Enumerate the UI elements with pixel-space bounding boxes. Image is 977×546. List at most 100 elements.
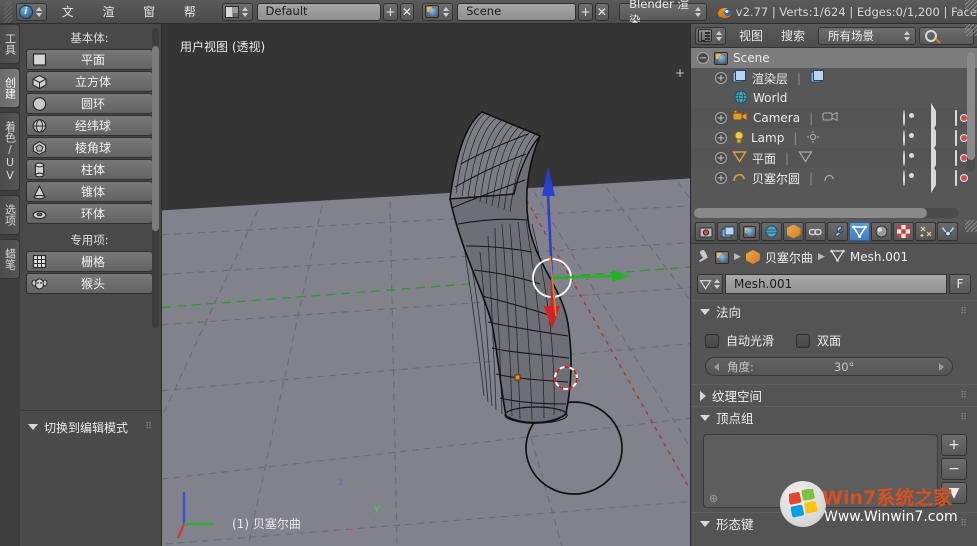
outliner-menu-search[interactable]: 搜索 <box>772 24 814 48</box>
double-sided-checkbox[interactable]: 双面 <box>796 332 841 349</box>
add-cone-button[interactable]: 锥体 <box>26 181 153 202</box>
add-ico-sphere-button[interactable]: 棱角球 <box>26 137 153 158</box>
menu-render[interactable]: 渲染 <box>91 0 132 24</box>
panel-header-texture-space[interactable]: 纹理空间 ⠿ <box>691 384 977 406</box>
add-circle-button[interactable]: 圆环 <box>26 93 153 114</box>
tab-tools[interactable]: 工具 <box>0 24 20 64</box>
properties-tab-particles[interactable] <box>915 222 936 241</box>
panel-header-shape-keys[interactable]: 形态键 ⠿ <box>691 512 977 534</box>
viewport-active-object-label: (1) 贝塞尔曲 <box>232 515 301 532</box>
menu-help[interactable]: 帮助 <box>173 0 214 24</box>
datablock-browse-button[interactable] <box>697 274 723 294</box>
tab-options[interactable]: 选项 <box>0 195 20 235</box>
add-screen-layout-button[interactable]: + <box>383 3 397 21</box>
corner-grip[interactable] <box>965 220 977 232</box>
add-vertex-group-button[interactable]: + <box>941 434 967 456</box>
tab-create[interactable]: 创建 <box>0 68 20 108</box>
properties-tab-modifiers[interactable] <box>827 222 848 241</box>
chevron-left-icon[interactable] <box>714 363 719 371</box>
properties-tab-data[interactable] <box>849 222 870 241</box>
tab-grease-pencil[interactable]: 蜡笔 <box>0 239 20 279</box>
corner-grip[interactable] <box>965 0 977 12</box>
properties-tab-scene[interactable] <box>739 222 760 241</box>
expand-icon[interactable]: + <box>715 72 727 84</box>
eye-icon[interactable] <box>903 130 905 146</box>
toggle-properties-region-button[interactable]: + <box>674 68 686 80</box>
outliner-vertical-scrollbar[interactable] <box>967 52 975 172</box>
add-plane-button[interactable]: 平面 <box>26 49 153 70</box>
add-uv-sphere-label: 经纬球 <box>52 117 152 134</box>
properties-tab-render-layers[interactable] <box>717 222 738 241</box>
eye-icon[interactable] <box>903 150 905 166</box>
delete-scene-button[interactable]: ✕ <box>595 3 609 21</box>
3d-viewport[interactable]: 用户视图 (透视) (1) 贝塞尔曲 + z y x <box>162 24 690 546</box>
add-scene-button[interactable]: + <box>578 3 592 21</box>
operator-panel-header[interactable]: 切换到编辑模式 ⠿ <box>20 415 161 439</box>
breadcrumb-object-label[interactable]: 贝塞尔曲 <box>765 249 813 266</box>
chevron-down-icon <box>700 521 710 527</box>
tab-shading-uv[interactable]: 着色/UV <box>0 112 20 191</box>
properties-tab-object[interactable] <box>783 222 804 241</box>
separator: | <box>797 71 801 85</box>
scene-name[interactable]: Scene <box>457 3 576 21</box>
corner-grip[interactable] <box>965 24 977 36</box>
render-engine-dropdown[interactable]: Blender 渲染 <box>619 3 706 21</box>
datablock-name-input[interactable]: Mesh.001 <box>725 274 947 294</box>
expand-icon[interactable]: + <box>715 132 727 144</box>
add-cube-button[interactable]: 立方体 <box>26 71 153 92</box>
outliner-display-mode-dropdown[interactable]: 所有场景 <box>818 27 916 45</box>
eye-icon[interactable] <box>903 110 905 126</box>
pin-icon[interactable] <box>697 250 710 264</box>
outliner-horizontal-scrollbar[interactable] <box>694 208 959 218</box>
screen-layout-name[interactable]: Default <box>257 3 382 21</box>
camera-render-icon[interactable] <box>955 150 957 166</box>
chevron-updown-icon <box>441 4 450 20</box>
screen-layout-selector[interactable] <box>222 3 253 21</box>
vertex-group-specials-button[interactable]: ▼ <box>941 482 967 504</box>
properties-tab-material[interactable] <box>871 222 892 241</box>
cursor-icon[interactable] <box>931 163 936 193</box>
camera-render-icon[interactable] <box>955 170 957 186</box>
auto-smooth-checkbox[interactable]: 自动光滑 <box>705 332 774 349</box>
tool-shelf-scrollbar[interactable] <box>152 28 159 328</box>
properties-tab-texture[interactable] <box>893 222 914 241</box>
expand-icon[interactable]: + <box>715 172 727 184</box>
outliner-row-scene[interactable]: − Scene <box>691 48 977 68</box>
outliner-menu-view[interactable]: 视图 <box>730 24 772 48</box>
properties-tab-world[interactable] <box>761 222 782 241</box>
eye-icon[interactable] <box>903 170 905 186</box>
camera-render-icon[interactable] <box>955 110 957 126</box>
angle-value: 30° <box>834 360 854 374</box>
editor-type-selector-info[interactable]: i <box>16 3 47 21</box>
delete-screen-layout-button[interactable]: ✕ <box>400 3 414 21</box>
add-grid-button[interactable]: 栅格 <box>26 251 153 272</box>
properties-tab-render[interactable] <box>695 222 716 241</box>
vertex-group-list[interactable] <box>703 434 938 508</box>
add-uv-sphere-button[interactable]: 经纬球 <box>26 115 153 136</box>
editor-type-selector-outliner[interactable] <box>695 27 726 45</box>
ico-sphere-icon <box>28 138 50 157</box>
expand-icon[interactable]: + <box>715 112 727 124</box>
remove-vertex-group-button[interactable]: − <box>941 458 967 480</box>
properties-tab-constraints[interactable] <box>805 222 826 241</box>
expand-icon[interactable]: + <box>715 152 727 164</box>
collapse-icon[interactable]: − <box>697 52 709 64</box>
panel-header-vertex-groups[interactable]: 顶点组 ⠿ <box>691 406 977 428</box>
add-cylinder-button[interactable]: 柱体 <box>26 159 153 180</box>
add-torus-button[interactable]: 环体 <box>26 203 153 224</box>
breadcrumb-data-label[interactable]: Mesh.001 <box>850 250 908 264</box>
grip-dots-icon: ⠿ <box>960 307 968 317</box>
properties-tab-physics[interactable] <box>937 222 958 241</box>
auto-smooth-angle-slider[interactable]: 角度: 30° <box>705 357 953 376</box>
menu-file[interactable]: 文件 <box>51 0 92 24</box>
menu-window[interactable]: 窗口 <box>132 0 173 24</box>
mesh-icon <box>732 150 747 166</box>
outliner-row-bezier-circle[interactable]: + 贝塞尔圆 | <box>691 168 977 188</box>
fake-user-button[interactable]: F <box>949 274 971 294</box>
camera-render-icon[interactable] <box>955 130 957 146</box>
scene-selector[interactable] <box>422 3 453 21</box>
outliner-row-render-layers[interactable]: + 渲染层 | <box>691 68 977 88</box>
panel-header-normals[interactable]: 法向 ⠿ <box>691 300 977 322</box>
chevron-right-icon[interactable] <box>939 363 944 371</box>
add-monkey-button[interactable]: 猴头 <box>26 273 153 294</box>
